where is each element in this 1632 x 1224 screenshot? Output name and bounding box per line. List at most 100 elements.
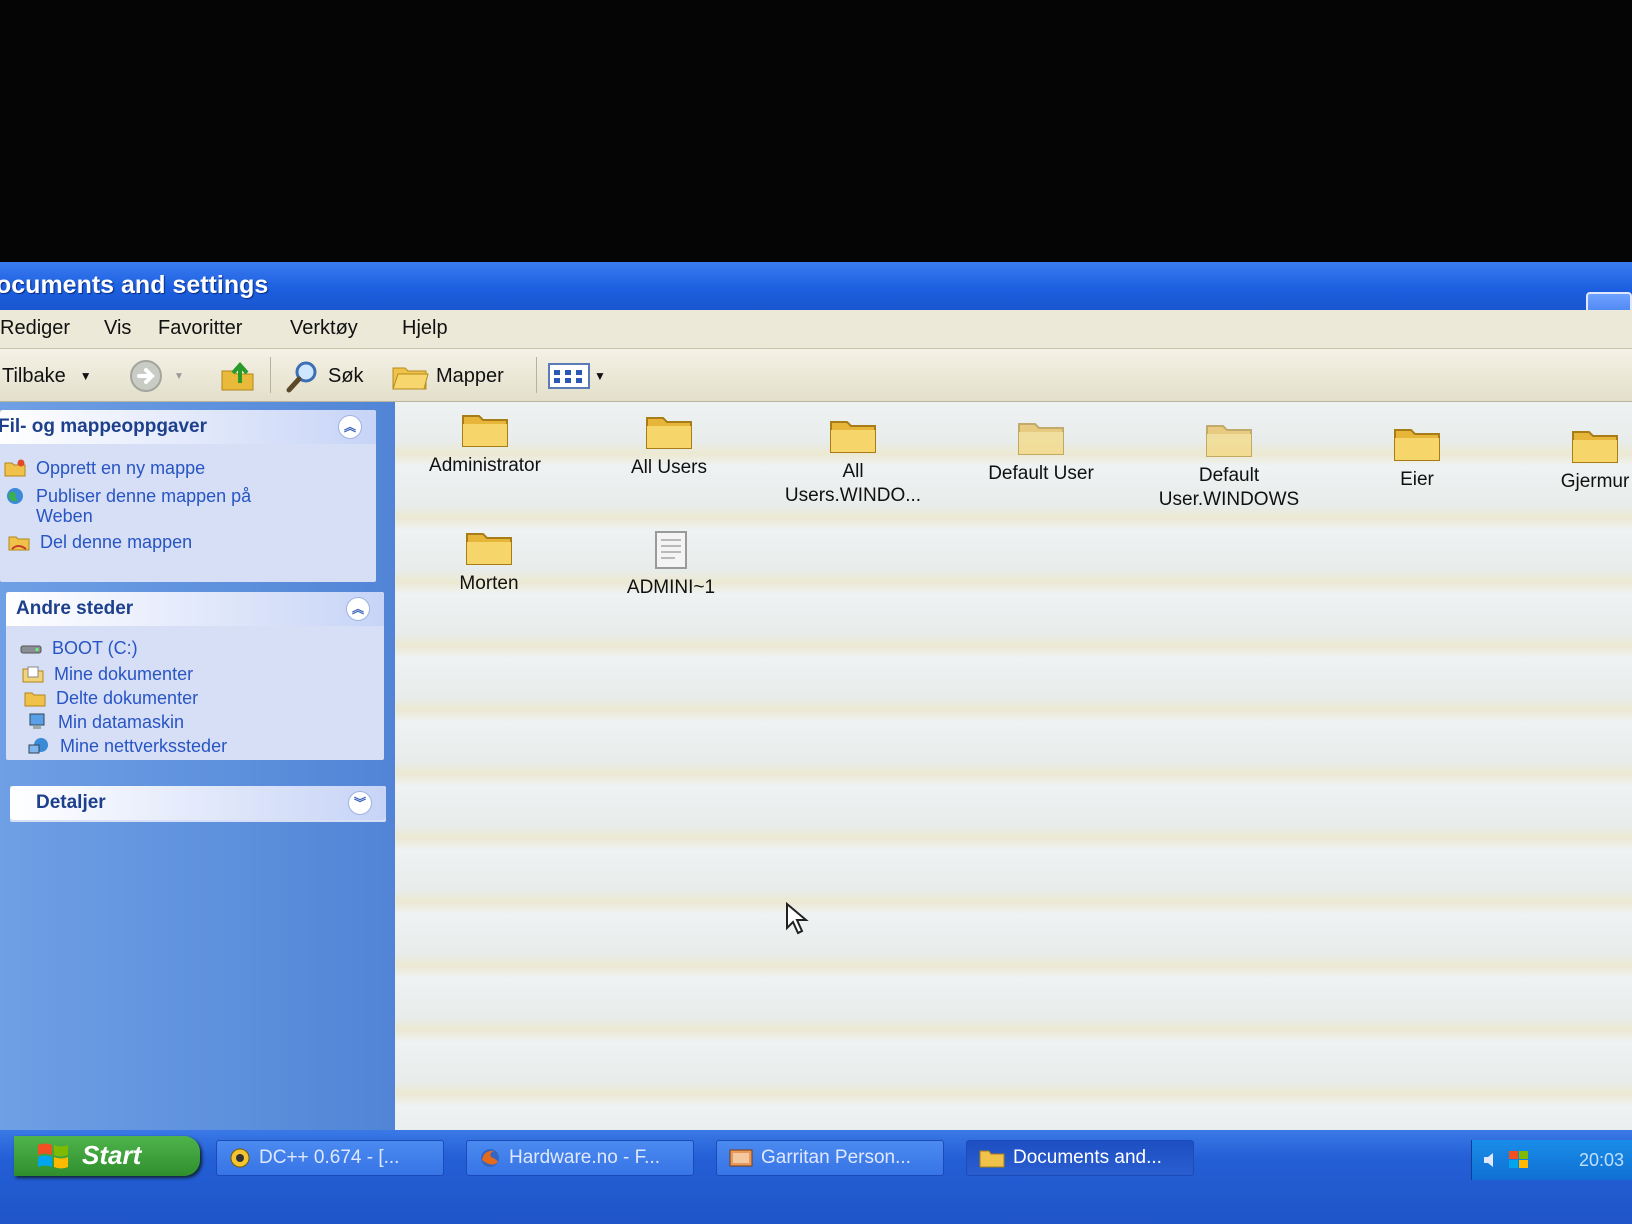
shared-documents-icon bbox=[24, 692, 46, 707]
collapse-chevron-icon[interactable]: ︽ bbox=[338, 415, 362, 439]
place-network-places[interactable]: Mine nettverkssteder bbox=[28, 736, 227, 757]
task-label: Del denne mappen bbox=[40, 532, 193, 552]
other-places-panel: Andre steder ︽ BOOT (C:) Mine dokumenter… bbox=[6, 592, 384, 760]
place-label: Delte dokumenter bbox=[56, 688, 199, 708]
file-name: Morten bbox=[459, 573, 519, 594]
folder-default-user-windows[interactable]: Default User.WINDOWS bbox=[1139, 420, 1319, 512]
folder-icon bbox=[1572, 431, 1618, 463]
file-tasks-title: Fil- og mappeoppgaver bbox=[0, 416, 208, 437]
share-folder-icon bbox=[8, 536, 30, 551]
dcpp-icon bbox=[230, 1148, 250, 1168]
expand-chevron-icon[interactable]: ︾ bbox=[348, 791, 372, 815]
flag-icon[interactable] bbox=[1508, 1150, 1530, 1170]
taskbar-button-firefox[interactable]: Hardware.no - F... bbox=[466, 1140, 694, 1176]
taskbar: Start DC++ 0.674 - [... Hardware.no - F.… bbox=[0, 1130, 1632, 1224]
folder-all-users[interactable]: All Users bbox=[579, 412, 759, 480]
folder-gjermur[interactable]: Gjermur bbox=[1505, 426, 1632, 494]
folder-icon bbox=[1206, 425, 1252, 457]
globe-icon bbox=[7, 488, 23, 504]
task-publish-web[interactable]: Publiser denne mappen på Weben bbox=[4, 486, 251, 526]
volume-icon[interactable] bbox=[1482, 1150, 1502, 1170]
file-name: All Users bbox=[630, 457, 707, 478]
clock[interactable]: 20:03 bbox=[1579, 1150, 1624, 1171]
file-name-continued: User.WINDOWS bbox=[1158, 489, 1300, 510]
folders-icon bbox=[392, 367, 429, 390]
forward-dropdown-icon[interactable]: ▼ bbox=[174, 371, 184, 382]
folder-icon bbox=[830, 421, 876, 453]
toolbar-separator bbox=[536, 357, 537, 393]
views-button[interactable]: ▼ bbox=[548, 359, 606, 393]
place-boot-drive[interactable]: BOOT (C:) bbox=[20, 638, 138, 659]
menu-favoritter[interactable]: Favoritter bbox=[158, 317, 242, 340]
taskbar-button-label: Hardware.no - F... bbox=[509, 1147, 660, 1168]
toolbar-separator bbox=[270, 357, 271, 393]
menu-verktoy[interactable]: Verktøy bbox=[290, 317, 358, 340]
details-title: Detaljer bbox=[36, 792, 106, 813]
task-label-wrap: Publiser denne mappen på Weben bbox=[36, 486, 251, 526]
place-label: Mine dokumenter bbox=[54, 664, 194, 684]
up-folder-button[interactable] bbox=[218, 359, 258, 393]
system-tray: 20:03 bbox=[1471, 1140, 1632, 1180]
search-button[interactable]: Søk bbox=[284, 359, 364, 393]
app-icon bbox=[729, 1149, 753, 1167]
file-list-area[interactable]: Administrator All Users All Users.WINDO.… bbox=[395, 402, 1632, 1224]
explorer-screen: ocuments and settings Rediger Vis Favori… bbox=[0, 262, 1632, 1224]
taskbar-button-label: DC++ 0.674 - [... bbox=[259, 1147, 400, 1168]
toolbar: Tilbake ▼ ▼ Søk Mapper ▼ bbox=[0, 349, 1632, 402]
new-folder-icon bbox=[4, 459, 26, 477]
place-my-documents[interactable]: Mine dokumenter bbox=[22, 664, 193, 685]
search-icon bbox=[286, 361, 317, 393]
details-header[interactable]: Detaljer ︾ bbox=[10, 786, 386, 820]
file-name: Administrator bbox=[429, 455, 541, 476]
file-admini[interactable]: ADMINI~1 bbox=[581, 530, 761, 600]
taskbar-button-label: Garritan Person... bbox=[761, 1147, 911, 1168]
file-name: All bbox=[842, 461, 864, 482]
menu-hjelp[interactable]: Hjelp bbox=[402, 317, 448, 340]
folder-all-users-windows[interactable]: All Users.WINDO... bbox=[763, 416, 943, 508]
collapse-chevron-icon[interactable]: ︽ bbox=[346, 597, 370, 621]
task-new-folder[interactable]: Opprett en ny mappe bbox=[4, 458, 205, 479]
folders-label: Mapper bbox=[436, 364, 504, 387]
file-name: ADMINI~1 bbox=[626, 577, 716, 598]
back-button[interactable]: Tilbake ▼ bbox=[2, 359, 92, 393]
views-dropdown-icon[interactable]: ▼ bbox=[594, 369, 606, 383]
title-bar[interactable]: ocuments and settings bbox=[0, 262, 1632, 330]
folders-button[interactable]: Mapper bbox=[390, 359, 504, 393]
file-name-continued: Users.WINDO... bbox=[784, 485, 922, 506]
file-tasks-header[interactable]: Fil- og mappeoppgaver ︽ bbox=[0, 410, 376, 444]
other-places-header[interactable]: Andre steder ︽ bbox=[6, 592, 384, 626]
folder-icon bbox=[646, 417, 692, 449]
menu-bar: Rediger Vis Favoritter Verktøy Hjelp bbox=[0, 310, 1632, 349]
my-documents-icon bbox=[22, 666, 44, 683]
taskbar-button-garritan[interactable]: Garritan Person... bbox=[716, 1140, 944, 1176]
taskbar-button-dcpp[interactable]: DC++ 0.674 - [... bbox=[216, 1140, 444, 1176]
place-label: Min datamaskin bbox=[58, 712, 185, 732]
drive-icon bbox=[20, 645, 42, 654]
folder-icon bbox=[979, 1150, 1005, 1168]
taskbar-button-documents[interactable]: Documents and... bbox=[966, 1140, 1194, 1176]
folder-eier[interactable]: Eier bbox=[1327, 424, 1507, 492]
task-share-folder[interactable]: Del denne mappen bbox=[8, 532, 192, 553]
network-places-icon bbox=[28, 738, 48, 754]
place-my-computer[interactable]: Min datamaskin bbox=[26, 712, 184, 733]
back-label: Tilbake bbox=[2, 364, 66, 387]
menu-rediger[interactable]: Rediger bbox=[0, 317, 70, 340]
folder-default-user[interactable]: Default User bbox=[951, 418, 1131, 486]
menu-vis[interactable]: Vis bbox=[104, 317, 131, 340]
task-label-continued: Weben bbox=[36, 506, 93, 526]
start-label: Start bbox=[82, 1140, 142, 1170]
task-label: Opprett en ny mappe bbox=[36, 458, 206, 478]
mouse-pointer-icon bbox=[786, 902, 809, 935]
back-dropdown-icon[interactable]: ▼ bbox=[80, 369, 92, 383]
place-label: Mine nettverkssteder bbox=[60, 736, 228, 756]
start-button[interactable]: Start bbox=[14, 1136, 200, 1176]
place-shared-documents[interactable]: Delte dokumenter bbox=[24, 688, 198, 709]
document-icon bbox=[655, 531, 687, 569]
folder-administrator[interactable]: Administrator bbox=[395, 410, 575, 478]
forward-button[interactable]: ▼ bbox=[126, 359, 184, 393]
taskbar-button-label: Documents and... bbox=[1013, 1147, 1162, 1168]
windows-logo-icon bbox=[38, 1143, 68, 1169]
file-name: Default User bbox=[988, 463, 1094, 484]
place-label: BOOT (C:) bbox=[52, 638, 138, 658]
folder-morten[interactable]: Morten bbox=[399, 528, 579, 596]
